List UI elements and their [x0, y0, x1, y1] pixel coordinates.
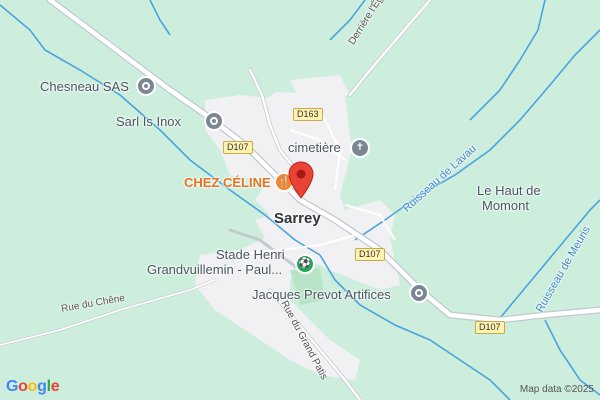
- label-haut-momont-line1: Le Haut de: [477, 183, 541, 198]
- google-logo[interactable]: Google: [6, 378, 60, 396]
- town-label: Sarrey: [274, 210, 321, 227]
- label-stade-line2[interactable]: Grandvuillemin - Paul...: [147, 262, 282, 277]
- business-icon[interactable]: [136, 76, 156, 96]
- label-sarl-inox[interactable]: Sarl Is Inox: [116, 114, 181, 129]
- label-stade-line1[interactable]: Stade Henri: [216, 247, 285, 262]
- label-chesneau[interactable]: Chesneau SAS: [40, 79, 129, 94]
- label-chez-celine[interactable]: CHEZ CÉLINE: [184, 175, 271, 190]
- label-haut-momont-line2: Momont: [482, 198, 529, 213]
- road-shield-d107-center: D107: [355, 248, 385, 261]
- location-pin-icon[interactable]: [287, 161, 315, 199]
- map-canvas[interactable]: D163 D107 D107 D107 Chesneau SAS Sarl Is…: [0, 0, 600, 400]
- label-cimetiere[interactable]: cimetière: [288, 140, 341, 155]
- label-jacques-prevot[interactable]: Jacques Prevot Artifices: [252, 287, 391, 302]
- road-shield-d107-east: D107: [475, 321, 505, 334]
- stadium-icon[interactable]: ⚽: [295, 254, 315, 274]
- business-icon[interactable]: [204, 111, 224, 131]
- business-icon[interactable]: [409, 283, 429, 303]
- road-shield-d107-west: D107: [223, 141, 253, 154]
- road-shield-d163: D163: [293, 108, 323, 121]
- map-data-attribution[interactable]: Map data ©2025: [520, 384, 594, 395]
- cemetery-icon[interactable]: ✝: [350, 138, 370, 158]
